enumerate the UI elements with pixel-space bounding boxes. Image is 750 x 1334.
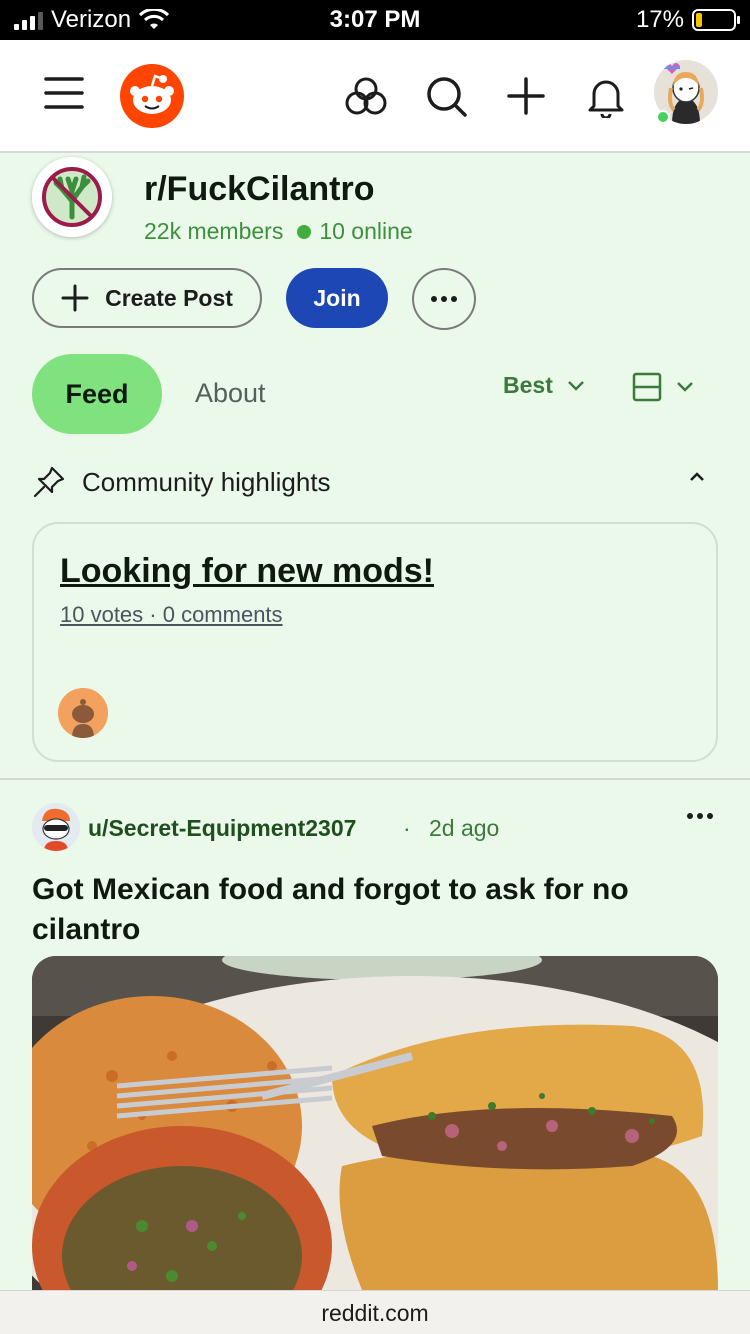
post-options-icon[interactable] [686, 812, 714, 820]
member-count: 22k members [144, 218, 284, 244]
battery-status: 17% [635, 6, 740, 34]
sort-label: Best [503, 372, 553, 398]
post-author-avatar[interactable] [32, 803, 80, 851]
community-stats: 22k members 10 online [144, 218, 413, 245]
community-options-button[interactable] [412, 268, 476, 330]
explore-icon[interactable] [345, 76, 387, 118]
browser-url-bar[interactable]: reddit.com [0, 1290, 750, 1334]
menu-icon[interactable] [44, 76, 84, 110]
post-author[interactable]: u/Secret-Equipment2307 [88, 815, 356, 842]
online-count: 10 online [319, 218, 413, 244]
meta-separator: · [403, 815, 411, 841]
highlight-title[interactable]: Looking for new mods! [60, 552, 434, 591]
card-view-icon [632, 372, 662, 402]
battery-percent: 17% [635, 6, 684, 33]
post-time: 2d ago [429, 815, 500, 841]
post-title[interactable]: Got Mexican food and forgot to ask for n… [32, 870, 712, 950]
plus-icon [61, 284, 89, 312]
highlight-meta[interactable]: 10 votes · 0 comments [60, 602, 283, 628]
post-image[interactable] [32, 956, 718, 1290]
community-name: r/FuckCilantro [144, 170, 375, 208]
battery-icon [692, 9, 740, 31]
highlight-author-avatar [58, 688, 108, 738]
bell-icon[interactable] [586, 74, 626, 118]
reddit-logo[interactable] [120, 64, 184, 128]
sort-dropdown[interactable]: Best [503, 372, 585, 399]
highlight-card[interactable]: Looking for new mods! 10 votes · 0 comme… [32, 522, 718, 762]
view-mode-dropdown[interactable] [632, 372, 694, 402]
highlights-label: Community highlights [82, 466, 331, 497]
join-button[interactable]: Join [286, 268, 388, 328]
chevron-up-icon[interactable] [688, 470, 706, 482]
online-dot [297, 224, 312, 239]
chevron-down-icon [567, 380, 584, 391]
create-post-label: Create Post [105, 284, 233, 311]
create-post-button[interactable]: Create Post [32, 268, 262, 328]
tab-about[interactable]: About [195, 378, 266, 409]
ellipsis-icon [431, 296, 457, 302]
pin-icon [33, 466, 65, 498]
status-bar: Verizon 3:07 PM 17% [0, 0, 750, 40]
community-icon [32, 157, 112, 237]
search-icon[interactable] [426, 76, 468, 118]
tab-feed[interactable]: Feed [32, 354, 162, 434]
online-status-dot [656, 110, 670, 124]
chevron-down-icon [677, 382, 693, 392]
app-header [0, 40, 750, 153]
community-highlights-header[interactable]: Community highlights [32, 462, 712, 502]
plus-icon[interactable] [506, 76, 546, 116]
section-divider [0, 778, 750, 780]
